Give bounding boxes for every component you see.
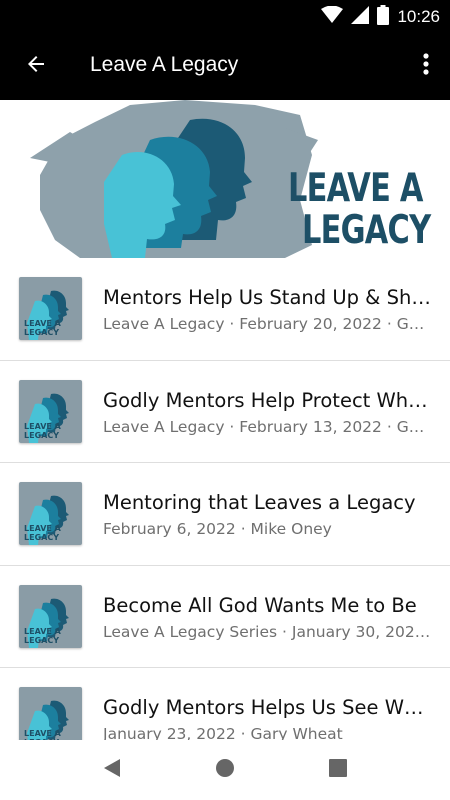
back-triangle-icon [102,758,122,782]
cell-signal-icon [351,6,370,28]
recents-square-icon [328,758,348,782]
episode-list: LEAVE A LEGACY Mentors Help Us Stand Up … [0,258,450,740]
banner-title-line1: LEAVE A [288,166,423,211]
thumbnail-label-line1: LEAVE A [24,319,61,328]
list-item[interactable]: LEAVE A LEGACY Godly Mentors Help Protec… [0,361,450,463]
list-item[interactable]: LEAVE A LEGACY Godly Mentors Helps Us Se… [0,668,450,740]
episode-thumbnail: LEAVE A LEGACY [19,277,82,340]
thumbnail-label-line1: LEAVE A [24,524,61,533]
list-item[interactable]: LEAVE A LEGACY Mentors Help Us Stand Up … [0,258,450,361]
app-bar: Leave A Legacy [0,32,450,100]
battery-icon [377,5,390,29]
episode-subtitle: January 23, 2022 · Gary Wheat [103,725,343,740]
home-circle-icon [215,758,235,782]
nav-back-button[interactable] [100,758,124,782]
nav-recents-button[interactable] [326,758,350,782]
back-button[interactable] [18,48,54,84]
episode-thumbnail: LEAVE A LEGACY [19,687,82,740]
episode-subtitle: February 6, 2022 · Mike Oney [103,520,332,538]
thumbnail-label-line2: LEGACY [24,328,59,337]
episode-thumbnail: LEAVE A LEGACY [19,482,82,545]
list-item[interactable]: LEAVE A LEGACY Mentoring that Leaves a L… [0,463,450,566]
more-vert-icon [423,53,429,79]
arrow-left-icon [24,52,48,80]
system-nav-bar [0,740,450,800]
thumbnail-label-line1: LEAVE A [24,626,61,636]
nav-home-button[interactable] [213,758,237,782]
episode-thumbnail: LEAVE A LEGACY [19,379,82,443]
episode-subtitle: Leave A Legacy · February 13, 2022 · Gar… [103,417,431,436]
episode-subtitle: Leave A Legacy Series · January 30, 2022… [103,622,431,641]
thumbnail-label-line2: LEGACY [24,430,59,440]
overflow-menu-button[interactable] [414,48,438,84]
status-icons: 10:26 [321,5,440,29]
wifi-icon [321,5,344,28]
page-title: Leave A Legacy [90,53,239,76]
thumbnail-label-line1: LEAVE A [24,421,61,431]
episode-subtitle: Leave A Legacy · February 20, 2022 · Gar… [103,315,431,333]
episode-title: Godly Mentors Help Protect What Matters [103,388,431,412]
episode-title: Become All God Wants Me to Be [103,593,417,617]
thumbnail-label-line1: LEAVE A [24,729,61,738]
episode-title: Godly Mentors Helps Us See What Matters [103,696,431,719]
status-bar: 10:26 [0,0,450,32]
banner-title-line2: LEGACY [302,208,431,253]
episode-thumbnail: LEAVE A LEGACY [19,584,82,648]
episode-title: Mentoring that Leaves a Legacy [103,491,416,514]
thumbnail-label-line2: LEGACY [24,533,59,542]
episode-title: Mentors Help Us Stand Up & Show Up [103,286,431,309]
thumbnail-label-line2: LEGACY [24,635,59,645]
status-time: 10:26 [397,7,440,26]
list-item[interactable]: LEAVE A LEGACY Become All God Wants Me t… [0,566,450,668]
